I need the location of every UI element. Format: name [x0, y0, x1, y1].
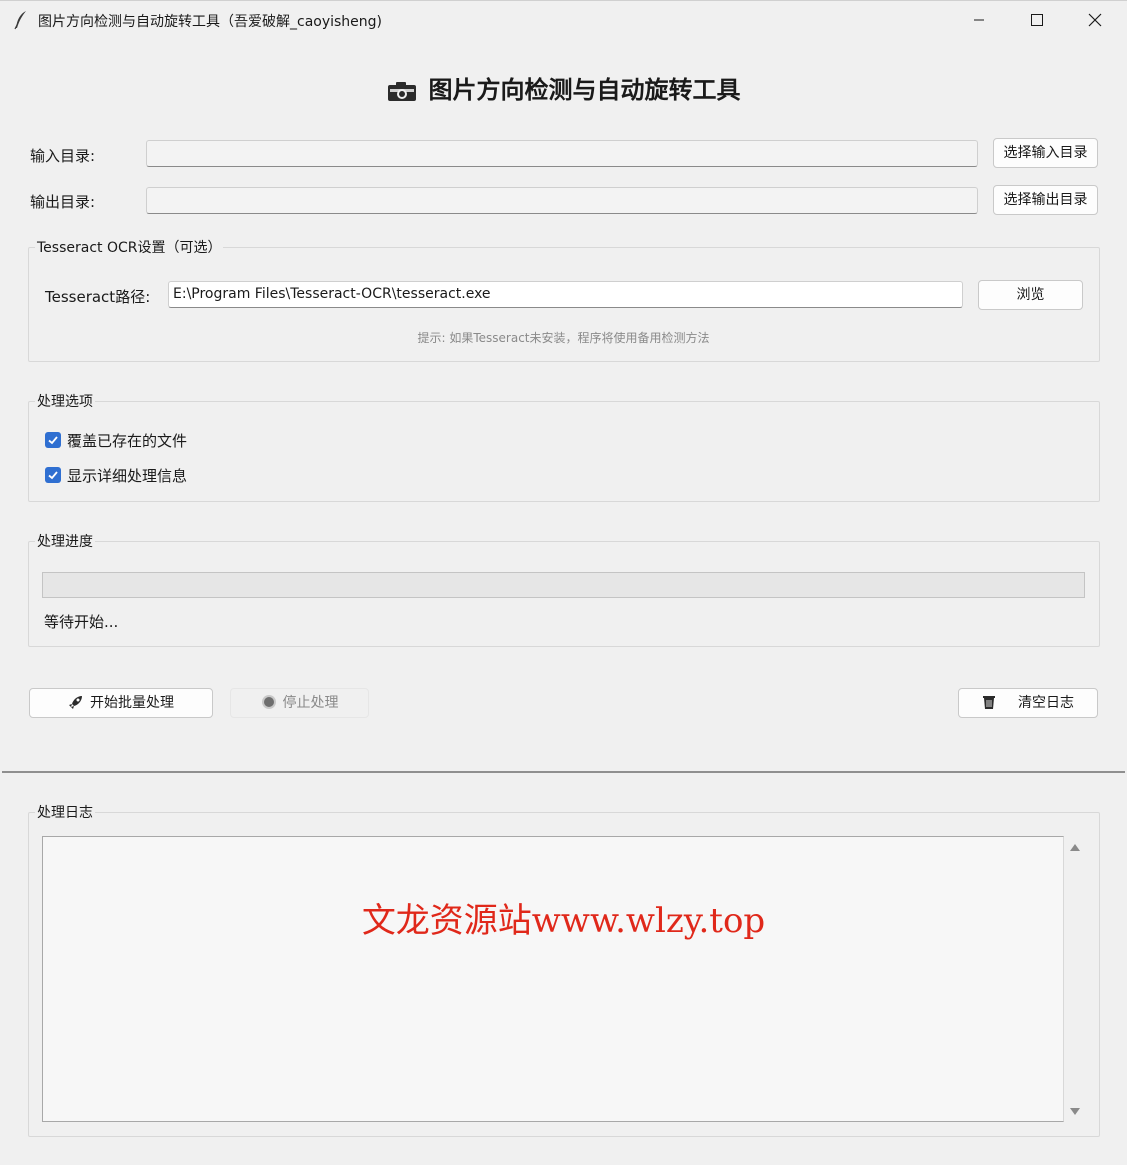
title-bar: 图片方向检测与自动旋转工具（吾爱破解_caoyisheng)	[0, 0, 1127, 38]
maximize-button[interactable]	[1008, 1, 1066, 39]
log-textarea[interactable]	[42, 836, 1064, 1122]
output-dir-field[interactable]	[146, 187, 978, 214]
options-group-label: 处理选项	[35, 391, 95, 411]
tesseract-group-label: Tesseract OCR设置（可选）	[35, 237, 224, 257]
tesseract-path-field[interactable]: E:\Program Files\Tesseract-OCR\tesseract…	[168, 281, 963, 308]
stop-button[interactable]: 停止处理	[230, 688, 369, 718]
feather-icon	[14, 11, 26, 30]
rocket-icon	[69, 696, 82, 709]
close-icon	[1088, 13, 1102, 27]
scroll-down-arrow-icon[interactable]	[1069, 1107, 1081, 1117]
page-title: 图片方向检测与自动旋转工具	[0, 70, 1127, 105]
minimize-button[interactable]	[950, 1, 1008, 39]
progress-status: 等待开始...	[44, 613, 119, 631]
select-output-dir-button[interactable]: 选择输出目录	[993, 185, 1098, 215]
progress-bar	[42, 572, 1085, 598]
window-title: 图片方向检测与自动旋转工具（吾爱破解_caoyisheng)	[38, 14, 383, 30]
watermark-text: 文龙资源站www.wlzy.top	[361, 901, 766, 941]
tesseract-hint: 提示: 如果Tesseract未安装，程序将使用备用检测方法	[417, 331, 710, 345]
clear-log-label: 清空日志	[1018, 695, 1074, 711]
verbose-label[interactable]: 显示详细处理信息	[67, 465, 187, 486]
scroll-up-arrow-icon[interactable]	[1069, 842, 1081, 852]
tesseract-path-label: Tesseract路径:	[45, 288, 151, 306]
options-group	[28, 401, 1100, 502]
pane-divider[interactable]	[2, 771, 1125, 773]
checkmark-icon	[48, 471, 58, 480]
log-group-label: 处理日志	[35, 802, 95, 822]
start-batch-button[interactable]: 开始批量处理	[29, 688, 213, 718]
input-dir-field[interactable]	[146, 140, 978, 167]
overwrite-checkbox[interactable]	[45, 432, 61, 448]
input-dir-label: 输入目录:	[30, 147, 96, 165]
close-button[interactable]	[1066, 1, 1124, 39]
trash-icon	[983, 696, 995, 709]
tesseract-path-value: E:\Program Files\Tesseract-OCR\tesseract…	[173, 286, 491, 302]
select-input-dir-button[interactable]: 选择输入目录	[993, 138, 1098, 168]
verbose-checkbox[interactable]	[45, 467, 61, 483]
overwrite-label[interactable]: 覆盖已存在的文件	[67, 430, 187, 451]
stop-label: 停止处理	[282, 695, 339, 711]
output-dir-label: 输出目录:	[30, 193, 96, 211]
minimize-icon	[974, 19, 984, 21]
start-batch-label: 开始批量处理	[90, 695, 174, 711]
page-title-text: 图片方向检测与自动旋转工具	[428, 76, 741, 104]
checkmark-icon	[48, 436, 58, 445]
clear-log-button[interactable]: 清空日志	[958, 688, 1098, 718]
camera-icon	[387, 82, 416, 101]
maximize-icon	[1031, 14, 1043, 26]
browse-button[interactable]: 浏览	[978, 280, 1083, 310]
stop-icon	[261, 695, 276, 709]
progress-group-label: 处理进度	[35, 531, 95, 551]
